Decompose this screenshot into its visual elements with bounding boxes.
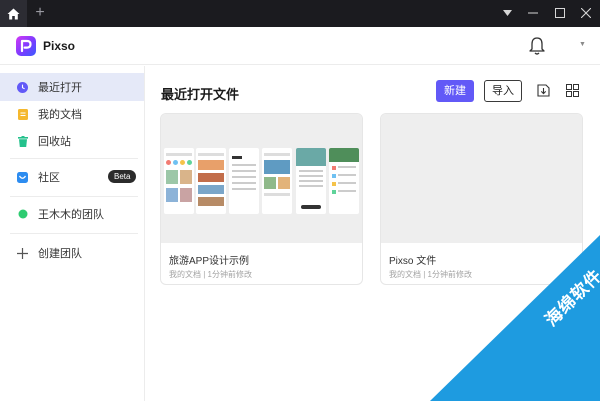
beta-badge: Beta	[108, 170, 137, 183]
new-tab-button[interactable]: +	[32, 3, 48, 23]
design-preview-screen	[262, 148, 292, 214]
pixso-logo	[16, 36, 36, 56]
design-preview-screen	[329, 148, 359, 214]
design-preview-screen	[196, 148, 226, 214]
design-preview-screen	[296, 148, 326, 214]
grid-view-button[interactable]	[565, 83, 579, 97]
maximize-button[interactable]	[550, 2, 570, 24]
design-preview-screen	[229, 148, 259, 214]
sidebar-item-community[interactable]: 社区 Beta	[0, 163, 144, 191]
minimize-icon	[528, 12, 538, 14]
sidebar-divider	[10, 158, 138, 159]
menu-dropdown-button[interactable]	[497, 2, 517, 24]
file-name: 旅游APP设计示例	[169, 256, 250, 267]
grid-view-icon	[565, 83, 579, 97]
sidebar-item-label: 创建团队	[38, 248, 82, 260]
sidebar-divider	[10, 233, 138, 234]
document-icon	[17, 108, 28, 120]
team-dot-icon	[17, 209, 28, 220]
plus-icon	[17, 247, 28, 259]
file-thumbnail	[161, 114, 362, 243]
bell-icon	[529, 37, 545, 55]
file-thumbnail	[381, 114, 582, 243]
download-icon	[536, 83, 550, 97]
close-icon	[581, 8, 591, 18]
close-button[interactable]	[576, 2, 596, 24]
app-header: Pixso ▼	[0, 27, 600, 65]
sidebar-item-team[interactable]: 王木木的团队	[0, 200, 144, 228]
maximize-icon	[555, 8, 565, 18]
sidebar-item-label: 王木木的团队	[38, 209, 104, 221]
sidebar-item-create-team[interactable]: 创建团队	[0, 239, 144, 267]
new-file-button[interactable]: 新建	[436, 80, 474, 102]
sidebar-item-label: 社区	[38, 172, 60, 184]
sidebar-divider	[10, 196, 138, 197]
file-card[interactable]: 旅游APP设计示例 我的文档 | 1分钟前修改	[160, 113, 363, 285]
sidebar-item-recent[interactable]: 最近打开	[0, 73, 144, 101]
page-title: 最近打开文件	[161, 87, 240, 102]
home-icon	[7, 8, 20, 19]
account-menu-caret[interactable]: ▼	[579, 41, 586, 48]
caret-down-icon	[502, 10, 512, 16]
pixso-logo-icon	[20, 39, 32, 53]
sidebar-item-label: 我的文档	[38, 109, 82, 121]
home-tab[interactable]	[0, 0, 27, 27]
sidebar: 最近打开 我的文档 回收站 社区 Beta 王木木的团队 创建团队	[0, 66, 145, 401]
trash-icon	[17, 135, 28, 147]
clock-icon	[17, 81, 28, 93]
minimize-button[interactable]	[523, 2, 543, 24]
sidebar-item-my-docs[interactable]: 我的文档	[0, 100, 144, 128]
download-button[interactable]	[536, 83, 550, 97]
file-meta: 我的文档 | 1分钟前修改	[169, 270, 252, 279]
sidebar-item-trash[interactable]: 回收站	[0, 127, 144, 155]
app-name: Pixso	[43, 39, 76, 53]
sidebar-item-label: 回收站	[38, 136, 71, 148]
notifications-button[interactable]	[528, 36, 546, 56]
community-icon	[17, 171, 28, 183]
watermark-triangle	[430, 235, 600, 401]
import-button[interactable]: 导入	[484, 80, 522, 102]
design-preview-screen	[164, 148, 194, 214]
title-bar: +	[0, 0, 600, 27]
sidebar-item-label: 最近打开	[38, 82, 82, 94]
